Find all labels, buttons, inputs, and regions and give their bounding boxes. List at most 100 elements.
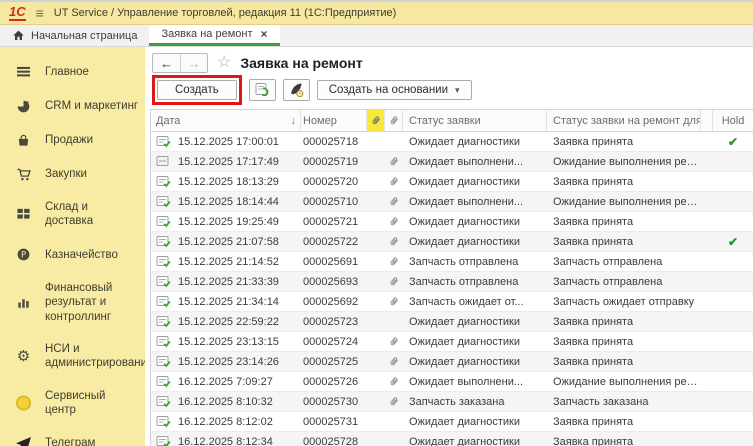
pie-chart-icon — [15, 98, 32, 114]
table-row[interactable]: 16.12.2025 8:12:34000025728Ожидает диагн… — [151, 432, 753, 446]
sidebar-item-sales[interactable]: Продажи — [0, 123, 145, 157]
cell-status-client: Запчасть отправлена — [547, 256, 701, 268]
cell-date: 15.12.2025 21:07:58 — [151, 234, 301, 249]
table-row[interactable]: 15.12.2025 21:33:39000025693Запчасть отп… — [151, 272, 753, 292]
cell-attachment-2 — [385, 272, 403, 291]
column-header-date[interactable]: Дата ↓ — [151, 110, 301, 131]
column-header-status[interactable]: Статус заявки — [403, 110, 547, 131]
column-header-attachment[interactable] — [385, 110, 403, 131]
sidebar-item-warehouse[interactable]: Склад и доставка — [0, 191, 145, 238]
cell-number: 000025693 — [301, 276, 367, 288]
table-row[interactable]: 15.12.2025 18:14:44000025710Ожидает выпо… — [151, 192, 753, 212]
tab-close-icon[interactable]: × — [261, 27, 268, 41]
cell-attachment-2 — [385, 172, 403, 191]
cell-number: 000025691 — [301, 256, 367, 268]
bag-icon — [15, 132, 32, 148]
cell-attachment-2 — [385, 132, 403, 151]
tab-home[interactable]: Начальная страница — [0, 25, 149, 46]
paper-plane-icon — [15, 435, 32, 446]
sidebar-item-label: Сервисный центр — [45, 389, 139, 418]
date-value: 16.12.2025 8:10:32 — [178, 396, 273, 408]
cell-status: Ожидает диагностики — [403, 216, 547, 228]
table-row[interactable]: 15.12.2025 21:07:58000025722Ожидает диаг… — [151, 232, 753, 252]
cell-attachment-1 — [367, 272, 385, 291]
check-icon: ✔ — [728, 235, 738, 249]
sidebar-item-nsi[interactable]: ⚙НСИ и администрирование — [0, 333, 145, 380]
create-based-on-label: Создать на основании — [329, 84, 448, 96]
sidebar-item-label: Склад и доставка — [45, 200, 139, 229]
table-row[interactable]: 15.12.2025 23:14:26000025725Ожидает диаг… — [151, 352, 753, 372]
table-row[interactable]: 15.12.2025 21:14:52000025691 Запчасть отп… — [151, 252, 753, 272]
cell-date: 15.12.2025 17:17:49 — [151, 154, 301, 169]
column-header-number[interactable]: Номер — [301, 110, 367, 131]
cell-attachment-2 — [385, 232, 403, 251]
main-menu-icon[interactable]: ≡ — [36, 6, 44, 20]
favorite-star-icon[interactable]: ☆ — [217, 55, 231, 71]
tab-repair-request[interactable]: Заявка на ремонт × — [149, 25, 279, 46]
table-row[interactable]: 15.12.2025 18:13:29000025720Ожидает диаг… — [151, 172, 753, 192]
create-button[interactable]: Создать — [157, 80, 237, 100]
forward-button[interactable]: → — [180, 54, 207, 72]
column-header-status-client[interactable]: Статус заявки на ремонт для кл... — [547, 110, 701, 131]
quill-clock-icon — [288, 82, 305, 98]
cell-date: 15.12.2025 21:14:52 — [151, 254, 301, 269]
cell-status-client: Заявка принята — [547, 136, 701, 148]
cell-status-client: Заявка принята — [547, 416, 701, 428]
table-row[interactable]: 16.12.2025 8:10:32000025730Запчасть зака… — [151, 392, 753, 412]
column-header-hold[interactable]: Hold — [713, 110, 753, 131]
cell-attachment-2 — [385, 252, 403, 271]
sidebar-item-label: Продажи — [45, 133, 93, 147]
copy-item-button[interactable] — [249, 79, 276, 101]
cell-attachment-1 — [367, 292, 385, 311]
column-header-attachment-highlighted[interactable] — [367, 110, 385, 131]
cell-number: 000025710 — [301, 196, 367, 208]
date-value: 16.12.2025 8:12:02 — [178, 416, 273, 428]
sidebar-item-label: Главное — [45, 65, 89, 79]
sidebar-item-treasury[interactable]: РКазначейство — [0, 238, 145, 272]
history-nav: ← → — [152, 53, 208, 73]
cell-number: 000025725 — [301, 356, 367, 368]
cell-number: 000025723 — [301, 316, 367, 328]
paperclip-icon — [388, 255, 400, 268]
back-button[interactable]: ← — [153, 54, 180, 72]
cell-status-client: Запчасть заказана — [547, 396, 701, 408]
cell-attachment-2 — [385, 332, 403, 351]
chevron-down-icon: ▾ — [455, 85, 460, 96]
cell-status-client: Заявка принята — [547, 336, 701, 348]
paperclip-icon — [388, 375, 400, 388]
table-row[interactable]: 15.12.2025 17:00:01000025718Ожидает диаг… — [151, 132, 753, 152]
set-period-button[interactable] — [283, 79, 310, 101]
cell-attachment-2 — [385, 312, 403, 331]
paperclip-icon — [388, 295, 400, 308]
table-row[interactable]: 15.12.2025 21:34:14000025692Запчасть ожи… — [151, 292, 753, 312]
sidebar-item-telegram[interactable]: Телеграм — [0, 426, 145, 446]
paperclip-icon — [388, 335, 400, 348]
cell-attachment-1 — [367, 392, 385, 411]
table-row[interactable]: 16.12.2025 8:12:02000025731Ожидает диагн… — [151, 412, 753, 432]
cell-status-client: Ожидание выполнения ремонта — [547, 376, 701, 388]
cell-status: Ожидает диагностики — [403, 136, 547, 148]
sidebar-item-main[interactable]: Главное — [0, 55, 145, 89]
sidebar-item-crm[interactable]: CRM и маркетинг — [0, 89, 145, 123]
sidebar-item-finance[interactable]: Финансовый результат и контроллинг — [0, 272, 145, 333]
window-title-bar: 1С ≡ UT Service / Управление торговлей, … — [0, 0, 753, 25]
table-row[interactable]: 15.12.2025 19:25:49000025721Ожидает диаг… — [151, 212, 753, 232]
table-row[interactable]: 16.12.2025 7:09:27000025726Ожидает выпол… — [151, 372, 753, 392]
posted-doc-icon — [156, 314, 172, 329]
create-based-on-button[interactable]: Создать на основании ▾ — [317, 80, 472, 100]
cell-attachment-2 — [385, 352, 403, 371]
date-value: 15.12.2025 21:07:58 — [178, 236, 279, 248]
table-row[interactable]: 15.12.2025 17:17:49000025719Ожидает выпо… — [151, 152, 753, 172]
1c-logo[interactable]: 1С — [9, 5, 26, 21]
cell-status: Запчасть отправлена — [403, 276, 547, 288]
cell-attachment-2 — [385, 212, 403, 231]
sidebar-item-purchases[interactable]: Закупки — [0, 157, 145, 191]
cell-status-client: Ожидание выполнения ремонта — [547, 156, 701, 168]
sidebar-item-service-center[interactable]: Сервисный центр — [0, 380, 145, 427]
date-value: 15.12.2025 18:14:44 — [178, 196, 279, 208]
posted-doc-icon — [156, 354, 172, 369]
table-row[interactable]: 15.12.2025 23:13:15000025724Ожидает диаг… — [151, 332, 753, 352]
cell-number: 000025721 — [301, 216, 367, 228]
cart-icon — [15, 166, 32, 182]
table-row[interactable]: 15.12.2025 22:59:22000025723Ожидает диаг… — [151, 312, 753, 332]
